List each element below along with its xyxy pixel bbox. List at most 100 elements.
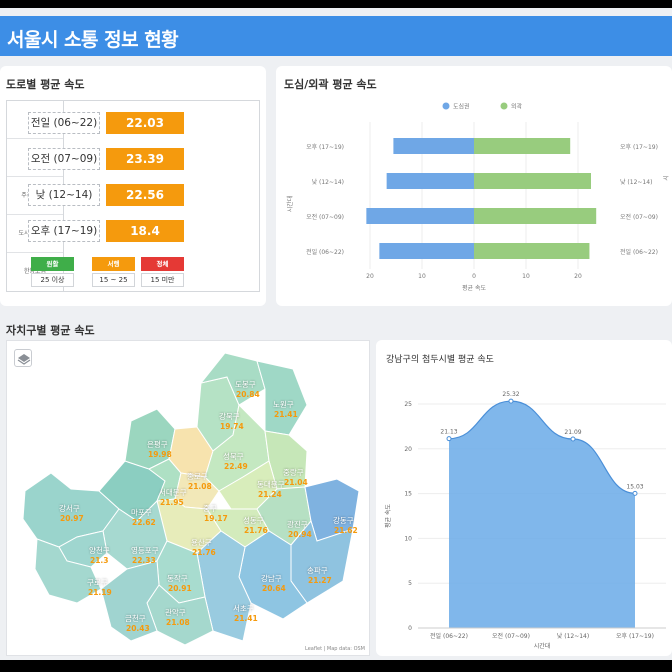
district-name-23[interactable]: 관악구 bbox=[165, 607, 186, 618]
legend-label-1: 외곽 bbox=[511, 104, 523, 111]
right-category-label-0: 오후 (17~19) bbox=[620, 143, 658, 151]
map-shapes bbox=[22, 352, 360, 646]
district-name-12[interactable]: 강동구 bbox=[333, 515, 354, 526]
district-shape-nowon bbox=[256, 360, 308, 436]
legend-smooth-range: 25 이상 bbox=[31, 273, 74, 287]
x-tick-3: 10 bbox=[522, 273, 530, 280]
period-value-evening: 18.4 bbox=[106, 220, 184, 242]
period-value-morning: 23.39 bbox=[106, 148, 184, 170]
legend-slow-range: 15 ~ 25 bbox=[92, 273, 135, 287]
butterfly-legend: 도심권 외곽 bbox=[442, 102, 523, 111]
bar-downtown-3 bbox=[379, 243, 474, 259]
left-category-label-3: 전일 (06~22) bbox=[306, 248, 344, 256]
y-tick-1: 5 bbox=[408, 580, 412, 587]
y-tick-4: 20 bbox=[404, 446, 412, 453]
district-value-9: 19.17 bbox=[204, 514, 228, 523]
right-category-label-2: 오전 (07~09) bbox=[620, 213, 658, 221]
district-value-2: 19.74 bbox=[220, 422, 244, 431]
district-name-18[interactable]: 구로구 bbox=[87, 577, 108, 588]
district-name-15[interactable]: 양천구 bbox=[89, 545, 110, 556]
district-name-11[interactable]: 광진구 bbox=[287, 519, 308, 530]
district-value-16: 22.33 bbox=[132, 556, 156, 565]
y-tick-3: 15 bbox=[404, 491, 412, 498]
district-name-24[interactable]: 서초구 bbox=[233, 603, 254, 614]
x-tick-1: 10 bbox=[418, 273, 426, 280]
bar-downtown-1 bbox=[386, 173, 474, 189]
district-map[interactable]: 도봉구 20.84 노원구 21.41 강북구 19.74 은평구 19.98 성북구 22.49… bbox=[6, 340, 370, 656]
district-value-23: 21.08 bbox=[166, 618, 190, 627]
left-axis-title: 시간대 bbox=[286, 196, 294, 213]
legend-swatch-0 bbox=[442, 102, 450, 110]
map-attribution[interactable]: Leaflet | Map data: OSM bbox=[305, 646, 365, 652]
x-tick-0: 20 bbox=[366, 273, 374, 280]
bar-downtown-0 bbox=[393, 138, 474, 154]
district-value-5: 21.04 bbox=[284, 478, 308, 487]
district-name-13[interactable]: 강서구 bbox=[59, 503, 80, 514]
district-name-5[interactable]: 중랑구 bbox=[283, 467, 304, 478]
area-fill bbox=[449, 401, 635, 628]
layer-control-button[interactable] bbox=[14, 349, 32, 367]
district-value-6: 21.08 bbox=[188, 482, 212, 491]
district-value-7: 21.24 bbox=[258, 490, 282, 499]
y-tick-2: 10 bbox=[404, 535, 412, 542]
district-name-7[interactable]: 동대문구 bbox=[257, 479, 285, 490]
district-value-18: 21.19 bbox=[88, 588, 112, 597]
legend-jam-range: 15 미만 bbox=[141, 273, 184, 287]
right-axis-title: 시 bbox=[663, 175, 670, 181]
district-name-2[interactable]: 강북구 bbox=[219, 411, 240, 422]
district-name-10[interactable]: 성동구 bbox=[243, 515, 264, 526]
legend-jam: 정체 bbox=[141, 257, 184, 271]
area-point-3 bbox=[632, 490, 638, 496]
area-value-label-3: 15.03 bbox=[626, 483, 643, 490]
district-value-4: 22.49 bbox=[224, 462, 248, 471]
district-name-16[interactable]: 영등포구 bbox=[131, 545, 159, 556]
area-point-2 bbox=[570, 436, 576, 442]
district-name-20[interactable]: 송파구 bbox=[307, 565, 328, 576]
x-tick-2: 낮 (12~14) bbox=[557, 632, 589, 640]
district-name-4[interactable]: 성북구 bbox=[223, 451, 244, 462]
road-speed-card: 도로별 평균 속도 전체 도심 주간선도로 도시고속도로 한양도심 전일 (06… bbox=[0, 66, 266, 306]
district-name-6[interactable]: 종로구 bbox=[187, 471, 208, 482]
bar-outer-0 bbox=[474, 138, 571, 154]
bar-outer-2 bbox=[474, 208, 597, 224]
x-axis-title: 시간대 bbox=[534, 642, 551, 650]
page-title: 서울시 소통 정보 현황 bbox=[7, 29, 179, 51]
district-value-12: 21.62 bbox=[334, 526, 358, 535]
bar-downtown-2 bbox=[366, 208, 474, 224]
x-tick-4: 20 bbox=[574, 273, 582, 280]
district-value-3: 19.98 bbox=[148, 450, 172, 459]
area-value-label-0: 21.13 bbox=[440, 429, 457, 436]
bar-outer-1 bbox=[474, 173, 591, 189]
district-title: 자치구별 평균 속도 bbox=[6, 324, 95, 337]
left-category-label-2: 오전 (07~09) bbox=[306, 213, 344, 221]
x-tick-1: 오전 (07~09) bbox=[492, 632, 530, 640]
x-tick-0: 전일 (06~22) bbox=[430, 632, 468, 640]
legend-slow: 서행 bbox=[92, 257, 135, 271]
period-label-morning: 오전 (07~09) bbox=[28, 148, 100, 170]
area-value-label-1: 25.32 bbox=[502, 391, 519, 398]
district-name-1[interactable]: 노원구 bbox=[273, 399, 294, 410]
district-name-22[interactable]: 금천구 bbox=[125, 613, 146, 624]
district-value-8: 21.95 bbox=[160, 498, 184, 507]
district-name-8[interactable]: 서대문구 bbox=[159, 487, 187, 498]
bar-outer-3 bbox=[474, 243, 590, 259]
dashboard-frame: 서울시 소통 정보 현황 도로별 평균 속도 전체 도심 주간선도로 도시고속도… bbox=[0, 8, 672, 660]
district-name-21[interactable]: 강남구 bbox=[261, 573, 282, 584]
period-label-evening: 오후 (17~19) bbox=[28, 220, 100, 242]
legend-swatch-1 bbox=[500, 102, 508, 110]
x-tick-3: 오후 (17~19) bbox=[616, 632, 654, 640]
road-speed-title: 도로별 평균 속도 bbox=[6, 78, 85, 91]
area-value-label-2: 21.09 bbox=[564, 429, 581, 436]
district-name-9[interactable]: 중구 bbox=[203, 503, 217, 514]
area-point-1 bbox=[508, 398, 514, 404]
district-name-3[interactable]: 은평구 bbox=[147, 439, 168, 450]
district-value-15: 21.3 bbox=[90, 556, 109, 565]
district-value-20: 21.27 bbox=[308, 576, 332, 585]
district-name-0[interactable]: 도봉구 bbox=[235, 379, 256, 390]
district-name-14[interactable]: 마포구 bbox=[131, 507, 152, 518]
header-bar: 서울시 소통 정보 현황 bbox=[0, 16, 672, 56]
district-value-11: 20.94 bbox=[288, 530, 312, 539]
district-name-17[interactable]: 용산구 bbox=[191, 537, 212, 548]
district-name-19[interactable]: 동작구 bbox=[167, 573, 188, 584]
layers-icon bbox=[17, 354, 31, 365]
